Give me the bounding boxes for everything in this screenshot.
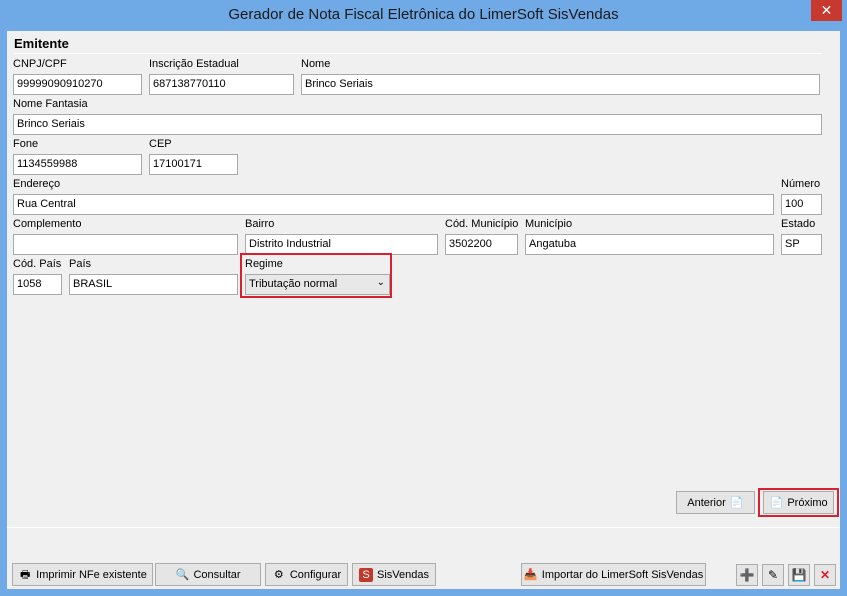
sisvendas-label: SisVendas bbox=[377, 568, 429, 581]
fantasia-input[interactable]: Brinco Seriais bbox=[13, 114, 822, 135]
cep-input[interactable]: 17100171 bbox=[149, 154, 238, 175]
fantasia-label: Nome Fantasia bbox=[13, 98, 88, 110]
imprimir-label: Imprimir NFe existente bbox=[36, 568, 147, 581]
bairro-label: Bairro bbox=[245, 218, 275, 230]
sisvendas-logo-icon: S bbox=[359, 567, 373, 582]
cod-pais-input[interactable]: 1058 bbox=[13, 274, 62, 295]
municipio-label: Município bbox=[525, 218, 573, 230]
importar-button[interactable]: 📥 Importar do LimerSoft SisVendas bbox=[521, 563, 706, 586]
estado-label: Estado bbox=[781, 218, 816, 230]
nome-input[interactable]: Brinco Seriais bbox=[301, 74, 820, 95]
form-client-area: Emitente CNPJ/CPF 99999090910270 Inscriç… bbox=[7, 31, 840, 589]
cnpj-label: CNPJ/CPF bbox=[13, 58, 67, 70]
save-button[interactable]: 💾 bbox=[788, 564, 810, 586]
cod-municipio-input[interactable]: 3502200 bbox=[445, 234, 518, 255]
consultar-label: Consultar bbox=[193, 568, 241, 581]
numero-input[interactable]: 100 bbox=[781, 194, 822, 215]
estado-input[interactable]: SP bbox=[781, 234, 822, 255]
regime-highlight bbox=[240, 253, 392, 298]
magnifier-document-icon: 🔍 bbox=[175, 568, 190, 581]
consultar-button[interactable]: 🔍 Consultar bbox=[155, 563, 261, 586]
complemento-label: Complemento bbox=[13, 218, 82, 230]
section-title: Emitente bbox=[14, 36, 69, 51]
save-icon: 💾 bbox=[791, 568, 807, 582]
add-document-icon: ➕ bbox=[739, 568, 755, 582]
pais-label: País bbox=[69, 258, 92, 270]
printer-icon: 🖶 bbox=[19, 568, 31, 581]
nome-label: Nome bbox=[301, 58, 331, 70]
anterior-button[interactable]: Anterior 📄 bbox=[676, 491, 755, 514]
add-document-button[interactable]: ➕ bbox=[736, 564, 758, 586]
endereco-label: Endereço bbox=[13, 178, 61, 190]
numero-label: Número bbox=[781, 178, 821, 190]
pais-input[interactable]: BRASIL bbox=[69, 274, 238, 295]
delete-button[interactable]: ✕ bbox=[814, 564, 836, 586]
cod-municipio-label: Cód. Município bbox=[445, 218, 519, 230]
app-window: Gerador de Nota Fiscal Eletrônica do Lim… bbox=[0, 0, 847, 596]
municipio-input[interactable]: Angatuba bbox=[525, 234, 774, 255]
section-divider bbox=[14, 53, 822, 54]
cod-pais-label: Cód. País bbox=[13, 258, 62, 270]
anterior-label: Anterior bbox=[687, 496, 726, 509]
cep-label: CEP bbox=[149, 138, 172, 150]
endereco-input[interactable]: Rua Central bbox=[13, 194, 774, 215]
cnpj-input[interactable]: 99999090910270 bbox=[13, 74, 142, 95]
configurar-button[interactable]: ⚙ Configurar bbox=[265, 563, 348, 586]
configurar-label: Configurar bbox=[289, 568, 342, 581]
sisvendas-button[interactable]: S SisVendas bbox=[352, 563, 436, 586]
edit-button[interactable]: ✎ bbox=[762, 564, 784, 586]
complemento-input[interactable] bbox=[13, 234, 238, 255]
proximo-highlight bbox=[758, 488, 839, 517]
import-document-icon: 📥 bbox=[523, 568, 538, 581]
fone-input[interactable]: 1134559988 bbox=[13, 154, 142, 175]
fone-label: Fone bbox=[13, 138, 39, 150]
gear-icon: ⚙ bbox=[273, 568, 284, 581]
window-title: Gerador de Nota Fiscal Eletrônica do Lim… bbox=[228, 6, 619, 23]
imprimir-button[interactable]: 🖶 Imprimir NFe existente bbox=[12, 563, 153, 586]
page-back-icon: 📄 bbox=[729, 496, 744, 509]
footer-divider bbox=[7, 527, 840, 528]
title-bar[interactable]: Gerador de Nota Fiscal Eletrônica do Lim… bbox=[0, 0, 847, 31]
red-x-icon: ✕ bbox=[819, 568, 831, 582]
close-button[interactable]: ✕ bbox=[811, 0, 842, 21]
ie-label: Inscrição Estadual bbox=[149, 58, 239, 70]
importar-label: Importar do LimerSoft SisVendas bbox=[541, 568, 704, 581]
pencil-icon: ✎ bbox=[767, 568, 779, 582]
bairro-input[interactable]: Distrito Industrial bbox=[245, 234, 438, 255]
ie-input[interactable]: 687138770110 bbox=[149, 74, 294, 95]
